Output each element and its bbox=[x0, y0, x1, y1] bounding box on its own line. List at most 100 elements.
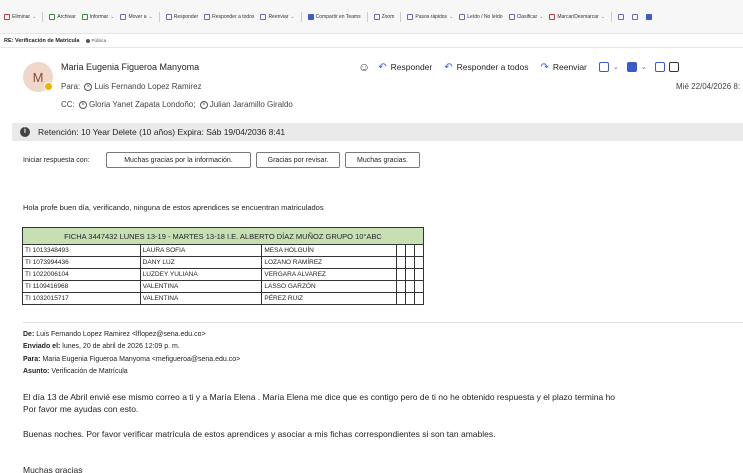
to-recipient[interactable]: Luis Fernando Lopez Ramirez bbox=[94, 82, 201, 91]
quick-reply-button[interactable]: Muchas gracias por la información. bbox=[106, 152, 251, 168]
table-row: TI 1022006104 LUZDEY YULIANA VERGARA ALV… bbox=[22, 268, 425, 281]
forward-button[interactable]: ↷ Reenviar bbox=[540, 62, 586, 73]
lightning-icon bbox=[407, 13, 414, 20]
contact-icon: × bbox=[199, 100, 208, 109]
cc-recipient-2[interactable]: Julian Jaramillo Giraldo bbox=[210, 100, 293, 109]
delete-button[interactable]: Eliminar ⌄ bbox=[4, 13, 36, 20]
reply-all-button[interactable]: ↶ Responder a todos bbox=[444, 62, 528, 73]
report-button[interactable]: Informar ⌄ bbox=[81, 13, 114, 20]
quoted-from: De: Luis Fernando Lopez Ramirez <lflopez… bbox=[23, 331, 206, 338]
table-header-cell: FICHA 3447432 LUNES 13-19 - MARTES 13-18… bbox=[22, 227, 424, 245]
notes-icon[interactable] bbox=[626, 62, 637, 72]
table-cell-empty bbox=[396, 256, 407, 269]
share-teams-button[interactable]: Compartir en Teams bbox=[307, 13, 361, 20]
forward-icon: ↷ bbox=[540, 61, 549, 73]
flag-icon bbox=[549, 13, 556, 20]
quick-reply-button[interactable]: Muchas gracias. bbox=[345, 152, 420, 168]
email-subject: RE: Verificación de Matrícula bbox=[4, 37, 80, 44]
table-cell-surname: MESA HOLGUÍN bbox=[261, 244, 398, 257]
ribbon-reply-button[interactable]: Responder bbox=[165, 13, 198, 20]
table-cell-id: TI 1073994436 bbox=[22, 256, 141, 269]
chevron-down-icon[interactable]: ⌄ bbox=[641, 63, 647, 71]
quick-reply-button[interactable]: Gracias por revisar. bbox=[256, 152, 340, 168]
flag-button[interactable]: Marcar/Desmarcar ⌄ bbox=[549, 13, 605, 20]
table-cell-name: DANY LUZ bbox=[139, 256, 263, 269]
table-cell-surname: LOZANO RAMÍREZ bbox=[261, 256, 398, 269]
retention-banner: i Retención: 10 Year Delete (10 años) Ex… bbox=[12, 123, 743, 141]
table-cell-empty bbox=[405, 244, 415, 257]
table-row: TI 1032015717 VALENTINA PÉREZ RUIZ bbox=[22, 292, 425, 305]
subject-bar: RE: Verificación de Matrícula Pública bbox=[0, 34, 743, 48]
table-cell-name: VALENTINA bbox=[139, 292, 263, 305]
sensitivity-badge[interactable]: Pública bbox=[85, 38, 106, 43]
more-button[interactable] bbox=[645, 13, 654, 20]
table-cell-empty bbox=[405, 280, 415, 293]
students-table: FICHA 3447432 LUNES 13-19 - MARTES 13-18… bbox=[22, 227, 425, 305]
table-cell-name: LAURA SOFIA bbox=[139, 244, 263, 257]
cc-label: CC: bbox=[61, 100, 75, 109]
reply-all-icon: ↶ bbox=[444, 61, 453, 73]
reply-button[interactable]: ↶ Responder bbox=[378, 62, 432, 73]
loop-icon[interactable] bbox=[654, 62, 665, 72]
table-cell-empty bbox=[405, 292, 415, 305]
forward-icon bbox=[260, 13, 267, 20]
ribbon-toolbar: Eliminar ⌄ Archivar Informar ⌄ Mover a ⌄ Re… bbox=[0, 0, 743, 34]
table-cell-empty bbox=[413, 256, 425, 269]
read-unread-button[interactable]: Leído / No leído bbox=[459, 13, 503, 20]
categorize-button[interactable]: Clasificar ⌄ bbox=[508, 13, 543, 20]
sender-name[interactable]: Maria Eugenia Figueroa Manyoma bbox=[61, 62, 199, 72]
table-cell-name: VALENTINA bbox=[139, 280, 263, 293]
table-cell-id: TI 1013348493 bbox=[22, 244, 141, 257]
emoji-reaction-icon[interactable]: ☺ bbox=[358, 60, 370, 74]
ribbon-reply-all-button[interactable]: Responder a todos bbox=[204, 13, 254, 20]
table-cell-empty bbox=[396, 244, 407, 257]
ribbon-divider bbox=[400, 11, 402, 22]
table-cell-empty bbox=[413, 268, 425, 281]
reply-icon bbox=[165, 13, 172, 20]
table-cell-empty bbox=[405, 256, 415, 269]
move-to-button[interactable]: Mover a ⌄ bbox=[120, 13, 153, 20]
tag-icon bbox=[508, 13, 515, 20]
info-icon: i bbox=[20, 127, 30, 137]
table-cell-id: TI 1032015717 bbox=[22, 292, 141, 305]
archive-button[interactable]: Archivar bbox=[49, 13, 76, 20]
chevron-down-icon[interactable]: ⌄ bbox=[613, 63, 619, 71]
apps-button[interactable] bbox=[631, 13, 640, 20]
to-label: Para: bbox=[61, 82, 81, 91]
reply-icon: ↶ bbox=[378, 61, 387, 73]
table-cell-surname: VERGARA ALVAREZ bbox=[261, 268, 398, 281]
label-icon bbox=[85, 38, 90, 43]
body-paragraph: El día 13 de Abril envié ese mismo corre… bbox=[23, 392, 616, 402]
quoted-from-value[interactable]: Luis Fernando Lopez Ramirez <lflopez@sen… bbox=[36, 331, 205, 338]
archive-icon bbox=[49, 13, 56, 20]
quoted-subject: Asunto: Verificación de Matrícula bbox=[23, 368, 128, 375]
reply-all-icon bbox=[204, 13, 211, 20]
table-cell-empty bbox=[396, 292, 407, 305]
teams-icon bbox=[307, 13, 314, 20]
presence-status-icon bbox=[44, 82, 53, 91]
contact-icon: × bbox=[84, 82, 93, 91]
table-cell-empty bbox=[413, 280, 425, 293]
cc-recipient-1[interactable]: Gloria Yanet Zapata Londoño; bbox=[89, 100, 195, 109]
table-cell-surname: PÉREZ RUIZ bbox=[261, 292, 398, 305]
teams-share-icon[interactable] bbox=[598, 62, 609, 72]
table-row: TI 1013348493 LAURA SOFIA MESA HOLGUÍN bbox=[22, 244, 425, 257]
ribbon-divider bbox=[366, 11, 368, 22]
ribbon-forward-button[interactable]: Reenviar ⌄ bbox=[260, 13, 295, 20]
envelope-icon bbox=[459, 13, 466, 20]
signoff-text: Muchas gracias bbox=[23, 465, 83, 473]
body-paragraph: Por favor me ayudas con esto. bbox=[23, 404, 139, 414]
quoted-to-value[interactable]: Maria Eugenia Figueroa Manyoma <mefiguer… bbox=[42, 356, 240, 363]
retention-text: Retención: 10 Year Delete (10 años) Expi… bbox=[38, 127, 286, 137]
grid-icon bbox=[631, 13, 638, 20]
table-cell-id: TI 1022006104 bbox=[22, 268, 141, 281]
cc-line: CC: × Gloria Yanet Zapata Londoño; × Julia… bbox=[61, 100, 293, 109]
table-cell-empty bbox=[413, 292, 425, 305]
zoom-icon bbox=[373, 13, 380, 20]
zoom-button[interactable]: Zoom bbox=[373, 13, 394, 20]
received-date: Mié 22/04/2026 8: bbox=[676, 82, 741, 91]
quoted-to: Para: Maria Eugenia Figueroa Manyoma <me… bbox=[23, 356, 241, 363]
pin-button[interactable] bbox=[617, 13, 626, 20]
apps-icon[interactable] bbox=[668, 62, 679, 72]
quick-steps-button[interactable]: Pasos rápidos ⌄ bbox=[407, 13, 453, 20]
